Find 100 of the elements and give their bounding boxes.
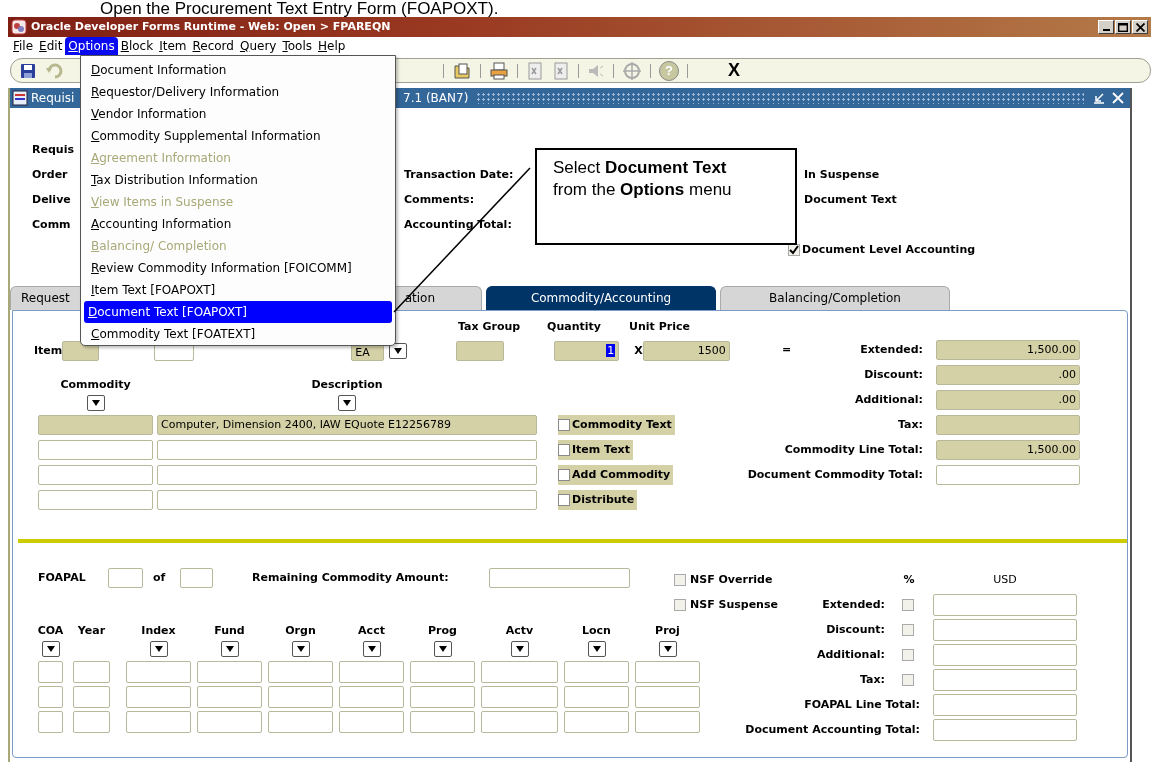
dropdown-button[interactable] [338,395,356,411]
menu-item[interactable]: Query [236,37,280,55]
account-field[interactable] [268,711,333,733]
checkbox[interactable] [674,574,686,586]
checkbox[interactable] [902,674,914,686]
checkbox[interactable] [558,494,570,506]
account-field[interactable] [635,711,700,733]
amount-field[interactable]: .00 [936,390,1080,410]
amount-field[interactable] [933,619,1077,641]
dropdown-button[interactable] [433,640,452,657]
account-field[interactable] [410,661,475,683]
menu-item[interactable]: Item Text [FOAPOXT] [84,279,392,301]
quantity-field[interactable]: 1 [554,341,620,361]
remaining-amount-field[interactable] [489,568,630,588]
page-icon[interactable] [526,61,544,80]
amount-field[interactable] [933,694,1077,716]
checkbox[interactable] [902,624,914,636]
account-field[interactable] [197,686,262,708]
menu-item[interactable]: Document Text [FOAPOXT] [84,301,392,323]
account-field[interactable] [73,661,110,683]
commodity-field[interactable] [38,465,153,485]
account-field[interactable] [635,686,700,708]
menu-item[interactable]: Tax Distribution Information [84,169,392,191]
account-field[interactable] [73,711,110,733]
foapal-count-field[interactable] [180,568,213,588]
checkbox[interactable] [558,419,570,431]
checkbox[interactable] [902,649,914,661]
close-icon[interactable] [1110,91,1126,105]
dropdown-button[interactable] [389,343,408,359]
account-field[interactable] [268,661,333,683]
dropdown-button[interactable] [291,640,310,657]
amount-field[interactable]: .00 [936,365,1080,385]
account-field[interactable] [564,661,629,683]
menu-item[interactable]: Commodity Supplemental Information [84,125,392,147]
account-field[interactable] [126,661,191,683]
account-field[interactable] [268,686,333,708]
menu-item[interactable]: Record [189,37,237,55]
checkbox[interactable] [558,469,570,481]
checkbox[interactable] [674,599,686,611]
account-field[interactable] [197,711,262,733]
account-field[interactable] [126,686,191,708]
account-field[interactable] [339,711,404,733]
menu-item[interactable]: Document Information [84,59,392,81]
amount-field[interactable] [936,415,1080,435]
menu-item[interactable]: Review Commodity Information [FOICOMM] [84,257,392,279]
menu-item[interactable]: Accounting Information [84,213,392,235]
account-field[interactable] [481,711,558,733]
save-icon[interactable] [19,61,37,80]
dropdown-button[interactable] [658,640,677,657]
account-field[interactable] [73,686,110,708]
account-field[interactable] [38,711,63,733]
foapal-field[interactable] [108,568,143,588]
amount-field[interactable] [933,719,1077,741]
amount-field[interactable] [933,594,1077,616]
amount-field[interactable] [933,669,1077,691]
checkbox[interactable] [558,444,570,456]
minimize-icon[interactable] [1092,91,1106,105]
amount-field[interactable]: 1,500.00 [936,340,1080,360]
menu-item[interactable]: Options [65,37,118,55]
dropdown-button[interactable] [587,640,606,657]
commodity-field[interactable] [38,415,153,435]
menu-item[interactable]: Vendor Information [84,103,392,125]
description-field[interactable]: Computer, Dimension 2400, IAW EQuote E12256789 [157,415,537,435]
account-field[interactable] [410,711,475,733]
dropdown-button[interactable] [362,640,381,657]
crosshair-icon[interactable] [622,60,642,81]
account-field[interactable] [339,661,404,683]
dropdown-button[interactable] [149,640,168,657]
description-field[interactable] [157,440,537,460]
account-field[interactable] [635,661,700,683]
menu-item[interactable]: File [10,37,37,55]
page-icon[interactable] [552,61,570,80]
exit-button[interactable]: X [726,60,742,81]
description-field[interactable] [157,490,537,510]
account-field[interactable] [564,686,629,708]
account-field[interactable] [339,686,404,708]
account-field[interactable] [410,686,475,708]
document-icon[interactable] [452,61,472,80]
maximize-button[interactable] [1115,20,1131,34]
tab[interactable]: Commodity/Accounting [486,286,716,310]
menu-item[interactable]: Block [117,37,157,55]
unit-price-field[interactable]: 1500 [642,341,730,361]
close-button[interactable] [1132,20,1148,34]
account-field[interactable] [38,661,63,683]
commodity-field[interactable] [38,440,153,460]
minimize-button[interactable] [1098,20,1114,34]
account-field[interactable] [481,686,558,708]
menu-item[interactable]: Item [156,37,190,55]
amount-field[interactable]: 1,500.00 [936,440,1080,460]
amount-field[interactable] [936,465,1080,485]
account-field[interactable] [197,661,262,683]
dropdown-button[interactable] [510,640,529,657]
account-field[interactable] [564,711,629,733]
dropdown-button[interactable] [86,395,105,411]
undo-icon[interactable] [45,61,63,80]
commodity-field[interactable] [38,490,153,510]
menu-item[interactable]: Help [315,37,349,55]
description-field[interactable] [157,465,537,485]
dropdown-button[interactable] [220,640,239,657]
account-field[interactable] [481,661,558,683]
